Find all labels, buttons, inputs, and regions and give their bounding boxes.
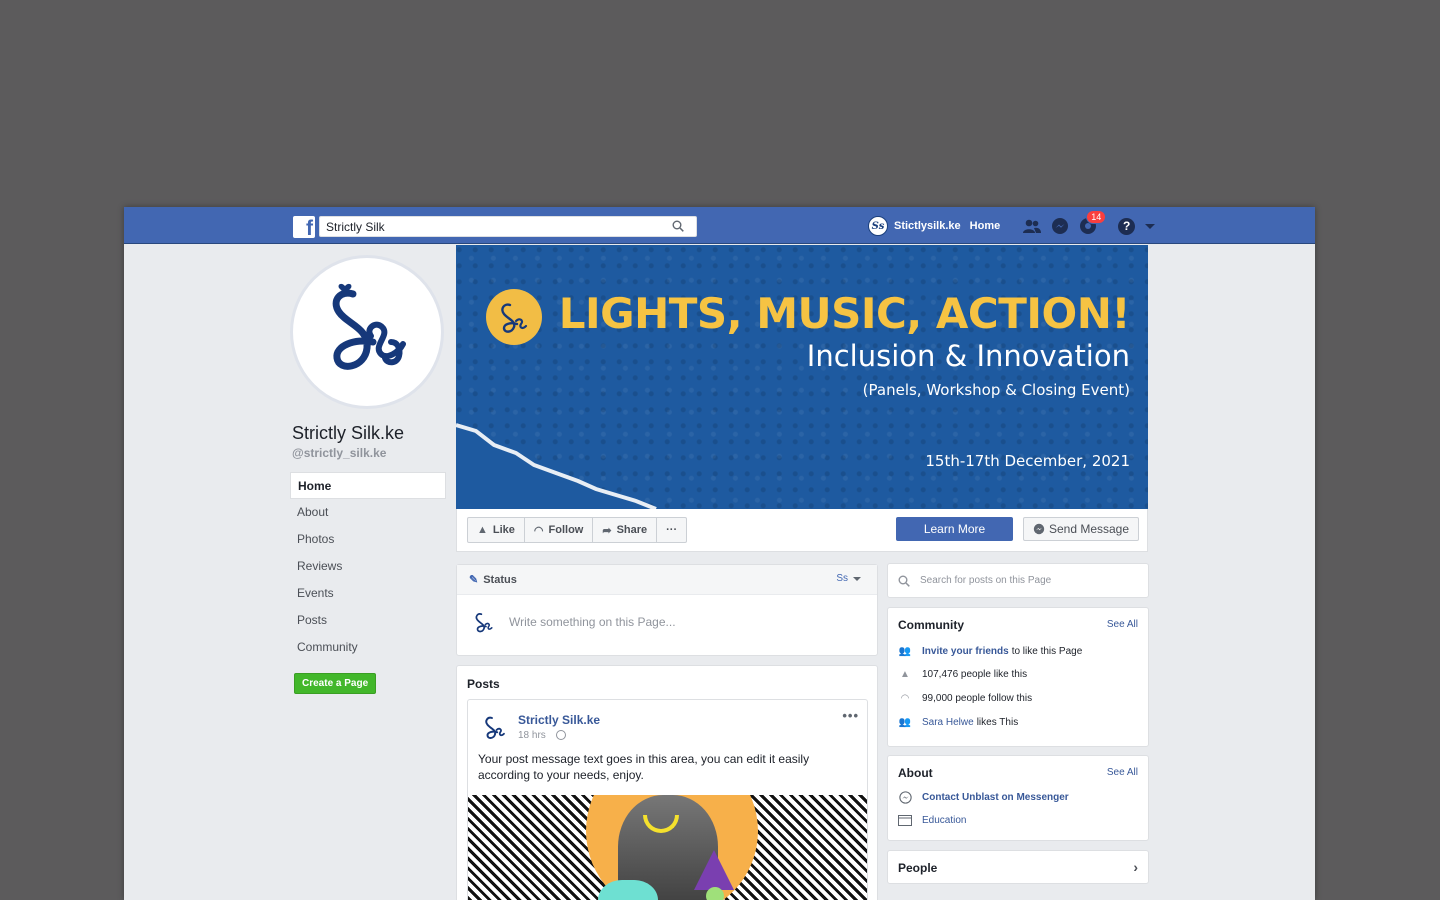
send-message-button[interactable]: Send Message	[1023, 517, 1139, 541]
profile-picture[interactable]	[290, 255, 444, 409]
chevron-down-icon	[853, 576, 861, 581]
nav-item-home[interactable]: Home	[290, 472, 446, 499]
education-icon	[898, 815, 912, 826]
share-button[interactable]: ➦ Share	[593, 518, 658, 542]
messenger-icon[interactable]	[1050, 216, 1070, 236]
status-composer: ✎ Status Ss Write something on this Page…	[456, 564, 878, 656]
top-navigation-bar: f Ss Stictlysilk.ke Home 14 ?	[124, 207, 1315, 244]
notifications-badge: 14	[1086, 210, 1107, 224]
cover-details: (Panels, Workshop & Closing Event)	[862, 381, 1130, 399]
post-avatar[interactable]	[480, 712, 510, 745]
post: Strictly Silk.ke 18 hrs ••• Your post me…	[467, 699, 868, 900]
messenger-icon	[1033, 523, 1045, 535]
notifications-icon[interactable]: 14	[1078, 210, 1107, 236]
people-icon: 👥	[898, 717, 912, 728]
cover-subtitle: Inclusion & Innovation	[806, 339, 1130, 373]
education-row: Education	[898, 815, 966, 826]
nav-icons: 14	[1022, 210, 1107, 236]
facebook-logo-icon[interactable]: f	[293, 216, 315, 240]
profile-name-link[interactable]: Stictlysilk.ke	[894, 220, 961, 232]
about-card: About See All Contact Unblast on Messeng…	[887, 755, 1149, 841]
invite-friends-link[interactable]: Invite your friends	[922, 646, 1009, 657]
thumbs-up-icon: ▲	[900, 669, 910, 680]
page-name: Strictly Silk.ke	[292, 423, 405, 443]
help-icon[interactable]: ?	[1118, 217, 1136, 235]
page-action-bar: ▲ Like ◠ Follow ➦ Share ··· Learn More Send…	[456, 509, 1148, 552]
community-title: Community	[898, 618, 964, 632]
post-as-selector[interactable]: Ss	[836, 573, 861, 584]
status-body: Write something on this Page...	[457, 595, 877, 649]
messenger-icon	[898, 791, 912, 804]
create-page-button[interactable]: Create a Page	[294, 673, 377, 694]
post-image[interactable]	[468, 795, 867, 900]
share-arrow-icon: ➦	[602, 524, 612, 537]
nav-item-events[interactable]: Events	[290, 580, 446, 607]
people-title: People	[898, 861, 938, 875]
rss-icon: ◠	[900, 693, 910, 704]
globe-icon	[556, 730, 566, 740]
cover-date: 15th-17th December, 2021	[925, 452, 1130, 470]
follow-button[interactable]: ◠ Follow	[525, 518, 594, 542]
post-text: Your post message text goes in this area…	[478, 752, 810, 782]
education-link[interactable]: Education	[922, 815, 966, 826]
post-options-icon[interactable]: •••	[842, 708, 859, 723]
post-timestamp[interactable]: 18 hrs	[518, 730, 546, 741]
community-card: Community See All 👥 Invite your friends …	[887, 607, 1149, 747]
contact-messenger-link[interactable]: Contact Unblast on Messenger	[922, 792, 1069, 803]
invite-friends-row: 👥 Invite your friends to like this Page	[898, 646, 1083, 657]
nav-right: Ss Stictlysilk.ke Home 14 ?	[868, 210, 1156, 237]
status-tab[interactable]: Status	[483, 574, 517, 586]
nav-item-about[interactable]: About	[290, 499, 446, 526]
purple-triangle	[694, 850, 734, 890]
page-search-placeholder: Search for posts on this Page	[920, 575, 1052, 586]
profile-avatar[interactable]: Ss	[868, 216, 888, 236]
cover-photo[interactable]: LIGHTS, MUSIC, ACTION! Inclusion & Innov…	[456, 245, 1148, 509]
posts-section: Posts Strictly Silk.ke 18 hrs ••• Your p…	[456, 665, 878, 900]
nav-item-posts[interactable]: Posts	[290, 607, 446, 634]
learn-more-button[interactable]: Learn More	[896, 517, 1013, 541]
messenger-contact-row: Contact Unblast on Messenger	[898, 791, 1072, 804]
friend-name-link[interactable]: Sara Helwe	[922, 717, 974, 728]
action-button-group: ▲ Like ◠ Follow ➦ Share ···	[467, 517, 688, 543]
people-icon: 👥	[898, 646, 912, 657]
page-search-box[interactable]: Search for posts on this Page	[887, 563, 1149, 598]
composer-avatar	[469, 607, 499, 637]
nav-item-community[interactable]: Community	[290, 634, 446, 661]
status-header: ✎ Status	[457, 565, 877, 595]
people-card[interactable]: People ›	[887, 850, 1149, 884]
cover-logo-icon	[486, 289, 542, 345]
torn-paper-decoration	[456, 423, 657, 509]
more-options-button[interactable]: ···	[657, 518, 686, 542]
pencil-icon: ✎	[469, 574, 479, 586]
green-dot	[706, 887, 724, 900]
post-author[interactable]: Strictly Silk.ke	[518, 713, 600, 727]
search-bar	[319, 216, 697, 237]
rss-icon: ◠	[533, 524, 544, 537]
nav-item-photos[interactable]: Photos	[290, 526, 446, 553]
chevron-right-icon[interactable]: ›	[1133, 859, 1138, 875]
community-see-all-link[interactable]: See All	[1107, 619, 1138, 630]
cover-title: LIGHTS, MUSIC, ACTION!	[558, 289, 1131, 338]
posts-title: Posts	[467, 677, 500, 691]
left-navigation: Home About Photos Reviews Events Posts C…	[290, 472, 446, 661]
about-see-all-link[interactable]: See All	[1107, 767, 1138, 778]
browser-window: f Ss Stictlysilk.ke Home 14 ?	[124, 207, 1315, 900]
search-input[interactable]	[320, 217, 650, 236]
friend-requests-icon[interactable]	[1022, 216, 1042, 236]
search-icon	[898, 575, 910, 587]
home-link[interactable]: Home	[970, 220, 1001, 232]
search-icon[interactable]	[672, 220, 684, 232]
about-title: About	[898, 766, 933, 780]
friend-likes-row: 👥 Sara Helwe likes This	[898, 717, 1019, 728]
nav-item-reviews[interactable]: Reviews	[290, 553, 446, 580]
follows-row: ◠ 99,000 people follow this	[898, 693, 1032, 704]
strictly-silk-logo	[332, 283, 406, 370]
likes-row: ▲ 107,476 people like this	[898, 669, 1027, 680]
thumbs-up-icon: ▲	[477, 524, 488, 536]
page-handle: @strictly_silk.ke	[292, 446, 387, 460]
account-menu-caret-icon[interactable]	[1145, 223, 1156, 229]
like-button[interactable]: ▲ Like	[468, 518, 525, 542]
status-input[interactable]: Write something on this Page...	[509, 615, 676, 629]
